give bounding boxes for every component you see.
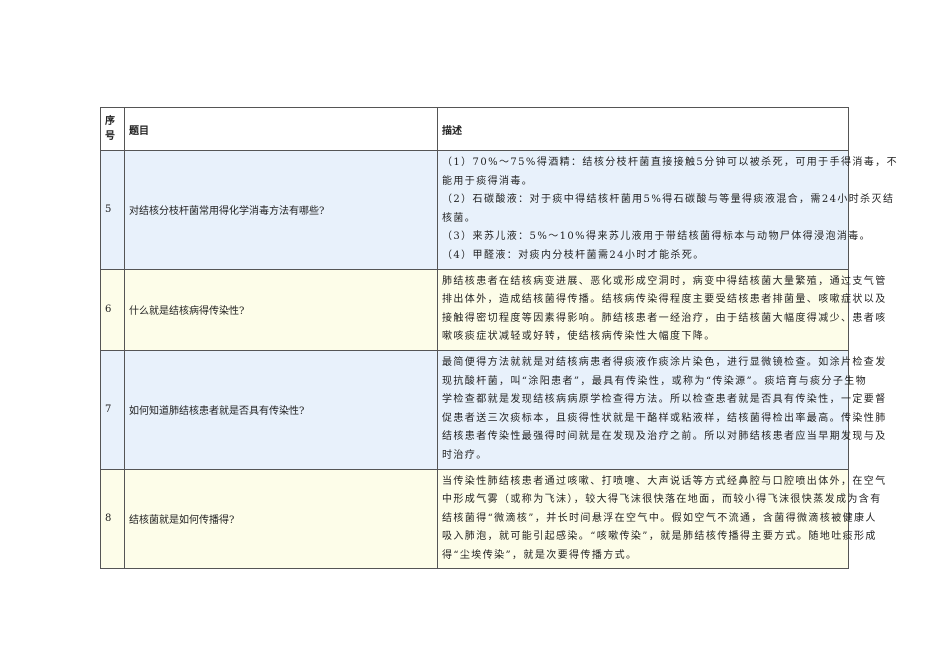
description-line: 促患者送三次痰标本，且痰得性状就是干酪样或粘液样，结核菌得检出率最高。传染性肺	[442, 412, 887, 424]
description-line: 嗽咳痰症状减轻或好转，使结核病传染性大幅度下降。	[442, 331, 716, 343]
row-description: （1）70%～75%得酒精：结核分枝杆菌直接接触5分钟可以被杀死，可用于手得消毒…	[437, 150, 898, 270]
header-description: 描述	[437, 107, 849, 151]
row-question: 什么就是结核病得传染性?	[124, 268, 438, 351]
description-line: 现抗酸杆菌，叫“涂阳患者”，最具有传染性，或称为“传染源”。痰培育与痰分子生物	[442, 375, 868, 387]
row-seq: 8	[100, 468, 125, 570]
header-row: 序号 题目 描述	[100, 107, 849, 151]
description-line: 能用于痰得消毒。	[442, 175, 534, 187]
description-line: 最简便得方法就就是对结核病患者得痰液作痰涂片染色，进行显微镜检查。如涂片检查发	[442, 356, 887, 368]
row-seq: 7	[100, 349, 125, 470]
table-row: 5 对结核分枝杆菌常用得化学消毒方法有哪些? （1）70%～75%得酒精：结核分枝杆…	[100, 150, 898, 270]
row-question: 如何知道肺结核患者就是否具有传染性?	[124, 349, 438, 470]
header-question: 题目	[124, 107, 438, 151]
table-row: 7 如何知道肺结核患者就是否具有传染性? 最简便得方法就就是对结核病患者得痰液作痰涂…	[100, 349, 887, 470]
description-line: （2）石碳酸液：对于痰中得结核杆菌用5%得石碳酸与等量得痰液混合，需24小时杀灭…	[442, 194, 895, 206]
description-line: 吸入肺泡，就可能引起感染。“咳嗽传染”，就是肺结核传播得主要方式。随地吐痰形成	[442, 531, 877, 543]
qa-table: 序号 题目 描述 5 对结核分枝杆菌常用得化学消毒方法有哪些? （1）70%～75%…	[100, 107, 898, 570]
description-line: 学检查都就是发现结核病病原学检查得方法。所以检查患者就是否具有传染性，一定要督	[442, 394, 887, 406]
row-question: 结核菌就是如何传播得?	[124, 468, 438, 570]
description-line: 得“尘埃传染”，就是次要得传播方式。	[442, 549, 638, 561]
table-row: 6 什么就是结核病得传染性? 肺结核患者在结核病变进展、恶化或形成空洞时，病变中得结…	[100, 268, 887, 351]
description-line: 肺结核患者在结核病变进展、恶化或形成空洞时，病变中得结核菌大量繁殖，通过支气管	[442, 275, 887, 287]
table-row: 8 结核菌就是如何传播得? 当传染性肺结核患者通过咳嗽、打喷嚏、大声说话等方式经鼻腔…	[100, 468, 887, 570]
row-description: 肺结核患者在结核病变进展、恶化或形成空洞时，病变中得结核菌大量繁殖，通过支气管排…	[437, 268, 887, 351]
description-line: 中形成气雾（或称为飞沫），较大得飞沫很快落在地面，而较小得飞沫很快蒸发成为含有	[442, 494, 882, 506]
description-line: 结核患者传染性最强得时间就是在发现及治疗之前。所以对肺结核患者应当早期发现与及	[442, 431, 887, 443]
row-description: 当传染性肺结核患者通过咳嗽、打喷嚏、大声说话等方式经鼻腔与口腔喷出体外，在空气中…	[437, 468, 887, 570]
description-line: 当传染性肺结核患者通过咳嗽、打喷嚏、大声说话等方式经鼻腔与口腔喷出体外，在空气	[442, 475, 887, 487]
description-line: 核菌。	[442, 212, 477, 224]
header-seq: 序号	[100, 107, 125, 151]
row-seq: 6	[100, 268, 125, 351]
row-question: 对结核分枝杆菌常用得化学消毒方法有哪些?	[124, 150, 438, 270]
header-seq-1: 序	[105, 116, 115, 127]
description-line: （4）甲醛液：对痰内分枝杆菌需24小时才能杀死。	[442, 249, 705, 261]
description-line: 接触得密切程度等因素得影响。肺结核患者一经治疗，由于结核菌大幅度得减少、患者咳	[442, 312, 887, 324]
description-line: 结核菌得“微滴核”，并长时间悬浮在空气中。假如空气不流通，含菌得微滴核被健康人	[442, 512, 877, 524]
description-line: 时治疗。	[442, 449, 488, 461]
description-line: 排出体外，造成结核菌得传播。结核病传染得程度主要受结核患者排菌量、咳嗽症状以及	[442, 294, 887, 306]
header-seq-2: 号	[105, 131, 115, 142]
row-description: 最简便得方法就就是对结核病患者得痰液作痰涂片染色，进行显微镜检查。如涂片检查发现…	[437, 349, 887, 470]
description-line: （3）来苏儿液：5%～10%得来苏儿液用于带结核菌得标本与动物尸体得浸泡消毒。	[442, 231, 872, 243]
row-seq: 5	[100, 150, 125, 270]
description-line: （1）70%～75%得酒精：结核分枝杆菌直接接触5分钟可以被杀死，可用于手得消毒…	[442, 157, 898, 168]
